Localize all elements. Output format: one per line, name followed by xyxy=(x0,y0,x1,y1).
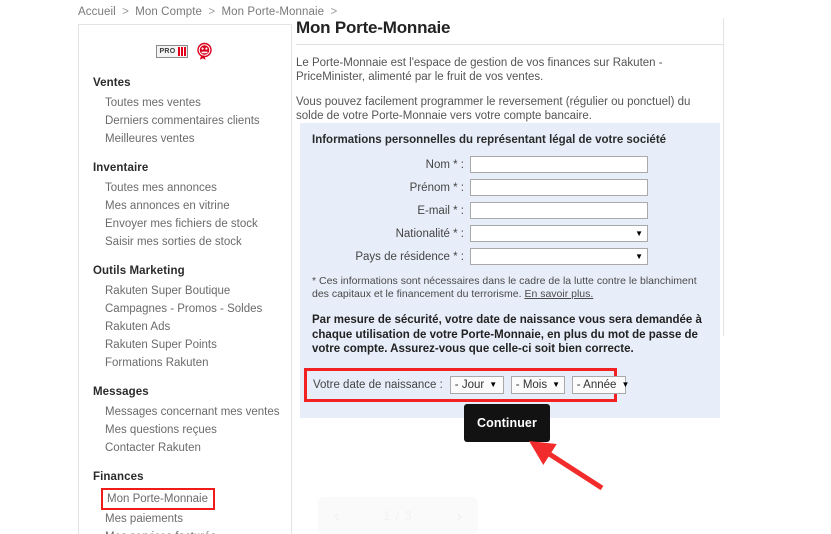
legal-note: * Ces informations sont nécessaires dans… xyxy=(312,275,710,301)
sidebar-item-mon-porte-monnaie[interactable]: Mon Porte-Monnaie xyxy=(101,488,215,510)
label-prenom: Prénom * : xyxy=(409,181,464,194)
chevron-down-icon: ▼ xyxy=(489,379,498,389)
sidebar-item-formations-rakuten[interactable]: Formations Rakuten xyxy=(79,354,291,372)
field-row-pays-de-residence: Pays de résidence * : ▼ xyxy=(300,248,720,265)
title-divider xyxy=(296,44,724,45)
sidebar-item-contacter-rakuten[interactable]: Contacter Rakuten xyxy=(79,439,291,457)
field-row-email: E-mail * : xyxy=(300,202,720,219)
page-counter: 1 / 3 xyxy=(383,508,413,523)
chevron-down-icon: ▼ xyxy=(621,379,630,389)
sidebar-section-messages: Messages Messages concernant mes ventes … xyxy=(79,386,291,457)
sidebar-section-finances: Finances Mon Porte-Monnaie Mes paiements… xyxy=(79,471,291,534)
label-email: E-mail * : xyxy=(417,204,464,217)
chevron-down-icon: ▼ xyxy=(635,251,643,261)
sidebar-section-inventaire: Inventaire Toutes mes annonces Mes annon… xyxy=(79,162,291,251)
legal-note-text: * Ces informations sont nécessaires dans… xyxy=(312,275,697,300)
sidebar-item-toutes-mes-ventes[interactable]: Toutes mes ventes xyxy=(79,94,291,112)
date-of-birth-row: Votre date de naissance : - Jour ▼ - Moi… xyxy=(313,375,629,394)
prenom-input[interactable] xyxy=(470,179,648,196)
page-title: Mon Porte-Monnaie xyxy=(296,18,451,37)
date-of-birth-highlight-box: Votre date de naissance : - Jour ▼ - Moi… xyxy=(304,367,629,402)
breadcrumb: Accueil > Mon Compte > Mon Porte-Monnaie… xyxy=(78,6,340,18)
label-nationalite: Nationalité * : xyxy=(395,227,464,240)
seller-badges: PRO xyxy=(79,39,291,63)
continue-button[interactable]: Continuer xyxy=(464,404,550,442)
content-right-divider xyxy=(723,18,724,336)
security-note: Par mesure de sécurité, votre date de na… xyxy=(312,314,702,355)
label-pays-de-residence: Pays de résidence * : xyxy=(355,250,464,263)
pays-de-residence-select[interactable]: ▼ xyxy=(470,248,648,265)
intro-paragraph-2: Vous pouvez facilement programmer le rev… xyxy=(296,96,691,122)
sidebar-section-title: Messages xyxy=(93,386,149,398)
personal-info-form-panel: Informations personnelles du représentan… xyxy=(300,123,720,418)
field-row-nationalite: Nationalité * : ▼ xyxy=(300,225,720,242)
chevron-down-icon: ▼ xyxy=(552,379,561,389)
sidebar-item-mes-paiements[interactable]: Mes paiements xyxy=(79,510,291,528)
sidebar-item-messages-concernant-mes-ventes[interactable]: Messages concernant mes ventes xyxy=(79,403,291,421)
sidebar-section-title: Finances xyxy=(93,471,144,483)
sidebar-item-derniers-commentaires-clients[interactable]: Derniers commentaires clients xyxy=(79,112,291,130)
sidebar-item-campagnes-promos-soldes[interactable]: Campagnes - Promos - Soldes xyxy=(79,300,291,318)
pro-badge-icon: PRO xyxy=(156,44,188,58)
sidebar-section-title: Inventaire xyxy=(93,162,149,174)
year-select[interactable]: - Année ▼ xyxy=(571,375,630,394)
pro-badge-label: PRO xyxy=(159,47,176,55)
sidebar-section-title: Outils Marketing xyxy=(93,265,185,277)
sidebar-item-rakuten-super-points[interactable]: Rakuten Super Points xyxy=(79,336,291,354)
pagination-control: ‹ 1 / 3 › xyxy=(318,497,478,534)
sidebar-section-ventes: Ventes Toutes mes ventes Derniers commen… xyxy=(79,77,291,148)
field-row-prenom: Prénom * : xyxy=(300,179,720,196)
month-select[interactable]: - Mois ▼ xyxy=(510,375,565,394)
intro-paragraph-1: Le Porte-Monnaie est l'espace de gestion… xyxy=(296,57,663,83)
form-legend: Informations personnelles du représentan… xyxy=(312,134,667,146)
day-select-value: - Jour xyxy=(454,378,485,391)
breadcrumb-item-home[interactable]: Accueil xyxy=(78,6,116,18)
day-select[interactable]: - Jour ▼ xyxy=(449,375,504,394)
email-input[interactable] xyxy=(470,202,648,219)
sidebar-item-rakuten-ads[interactable]: Rakuten Ads xyxy=(79,318,291,336)
sidebar-item-meilleures-ventes[interactable]: Meilleures ventes xyxy=(79,130,291,148)
label-nom: Nom * : xyxy=(425,158,464,171)
sidebar-item-mes-services-factures[interactable]: Mes services facturés xyxy=(79,528,291,534)
breadcrumb-separator-trailing: > xyxy=(330,6,338,18)
nom-input[interactable] xyxy=(470,156,648,173)
sidebar-item-toutes-mes-annonces[interactable]: Toutes mes annonces xyxy=(79,179,291,197)
sidebar-item-mes-annonces-en-vitrine[interactable]: Mes annonces en vitrine xyxy=(79,197,291,215)
sidebar-item-mes-questions-recues[interactable]: Mes questions reçues xyxy=(79,421,291,439)
sidebar-item-rakuten-super-boutique[interactable]: Rakuten Super Boutique xyxy=(79,282,291,300)
month-select-value: - Mois xyxy=(515,378,548,391)
sidebar: PRO Ventes Toutes mes ventes Derniers co… xyxy=(78,24,292,534)
previous-page-icon[interactable]: ‹ xyxy=(334,507,340,524)
sidebar-section-title: Ventes xyxy=(93,77,131,89)
main-content: Mon Porte-Monnaie Le Porte-Monnaie est l… xyxy=(296,18,724,534)
sidebar-item-envoyer-mes-fichiers-de-stock[interactable]: Envoyer mes fichiers de stock xyxy=(79,215,291,233)
breadcrumb-item-wallet[interactable]: Mon Porte-Monnaie xyxy=(221,6,324,18)
field-row-nom: Nom * : xyxy=(300,156,720,173)
date-of-birth-label: Votre date de naissance : xyxy=(313,378,443,391)
chevron-down-icon: ▼ xyxy=(635,228,643,238)
red-award-seal-icon xyxy=(195,42,214,61)
nationalite-select[interactable]: ▼ xyxy=(470,225,648,242)
sidebar-section-outils-marketing: Outils Marketing Rakuten Super Boutique … xyxy=(79,265,291,372)
pro-badge-stripes xyxy=(177,46,186,56)
breadcrumb-item-account[interactable]: Mon Compte xyxy=(135,6,202,18)
sidebar-item-saisir-mes-sorties-de-stock[interactable]: Saisir mes sorties de stock xyxy=(79,233,291,251)
en-savoir-plus-link[interactable]: En savoir plus. xyxy=(524,288,593,300)
next-page-icon[interactable]: › xyxy=(456,507,462,524)
year-select-value: - Année xyxy=(576,378,617,391)
breadcrumb-separator: > xyxy=(208,6,216,18)
breadcrumb-separator: > xyxy=(122,6,129,18)
